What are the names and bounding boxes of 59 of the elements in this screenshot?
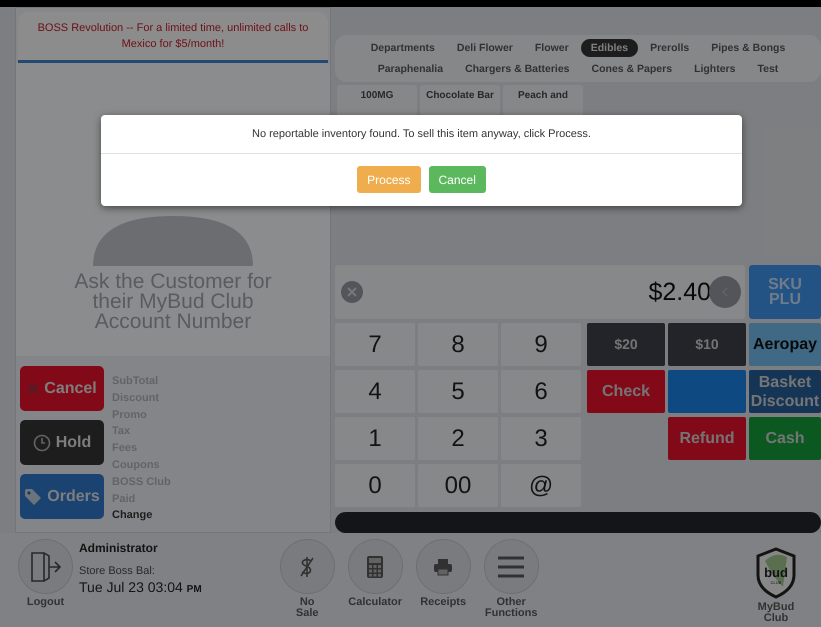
clock-icon xyxy=(32,434,51,452)
close-icon xyxy=(27,382,40,394)
printer-icon xyxy=(433,558,454,576)
cancel-button[interactable]: Cancel xyxy=(20,366,104,411)
total-label: Change xyxy=(112,508,154,524)
amount-text: $2.40 xyxy=(648,278,711,306)
keypad-key[interactable]: 9 xyxy=(501,323,581,366)
tool-label: Calculator xyxy=(348,597,402,608)
clear-icon[interactable] xyxy=(341,281,363,303)
tag-icon xyxy=(24,488,42,506)
payment-button[interactable]: Check xyxy=(587,370,665,413)
keypad-key[interactable]: 8 xyxy=(418,323,498,366)
category-tab[interactable]: Prerolls xyxy=(640,39,700,57)
keypad-key[interactable]: 00 xyxy=(418,464,498,507)
keypad-key[interactable]: 4 xyxy=(335,370,415,413)
backspace-button[interactable] xyxy=(709,276,741,308)
tool-label: No Sale xyxy=(296,597,318,619)
keypad-key[interactable]: 7 xyxy=(335,323,415,366)
promo-banner: BOSS Revolution -- For a limited time, unlimited calls to Mexico for $5/month! xyxy=(18,12,328,63)
keypad-key[interactable]: @ xyxy=(501,464,581,507)
payment-button[interactable]: $20 xyxy=(587,323,665,366)
payment-button[interactable]: Refund xyxy=(668,417,746,460)
brand-label: MyBud Club xyxy=(758,602,794,624)
keypad-key[interactable]: 5 xyxy=(418,370,498,413)
category-tab[interactable]: Chargers & Batteries xyxy=(455,60,580,78)
category-tab[interactable]: Flower xyxy=(524,39,579,57)
category-tab[interactable]: Edibles xyxy=(580,39,638,57)
sku-plu-button[interactable]: SKU PLU xyxy=(749,265,821,319)
balance-label: Store Boss Bal: xyxy=(79,565,156,577)
payment-button[interactable]: Aeropay xyxy=(749,323,821,366)
payment-button[interactable]: $10 xyxy=(668,323,746,366)
logout-icon xyxy=(28,550,62,582)
category-tab[interactable]: Deli Flower xyxy=(446,39,523,57)
menu-icon xyxy=(497,556,526,578)
date-time: Tue Jul 23 03:04 PM xyxy=(79,579,202,595)
category-tab[interactable]: Test xyxy=(747,60,788,78)
calculator-icon xyxy=(366,554,384,578)
category-tab[interactable]: Paraphenalia xyxy=(368,60,454,78)
payment-button[interactable]: Basket Discount xyxy=(749,370,821,413)
keypad-key[interactable]: 6 xyxy=(501,370,581,413)
category-tab[interactable]: Pipes & Bongs xyxy=(701,39,796,57)
dialog-message: No reportable inventory found. To sell this item anyway, click Process. xyxy=(101,115,742,154)
orders-button[interactable]: Orders xyxy=(20,474,104,519)
dialog-button[interactable]: Cancel xyxy=(428,166,486,193)
keypad-key[interactable]: 2 xyxy=(418,417,498,460)
logout-label: Logout xyxy=(26,597,64,608)
user-name: Administrator xyxy=(79,541,159,555)
avatar-icon xyxy=(93,216,253,266)
hold-button[interactable]: Hold xyxy=(20,420,104,465)
category-tab[interactable]: Lighters xyxy=(684,60,746,78)
category-tab[interactable]: Departments xyxy=(360,39,445,57)
keypad-key[interactable]: 1 xyxy=(335,417,415,460)
keypad-key[interactable]: 3 xyxy=(501,417,581,460)
category-tab[interactable]: Cones & Papers xyxy=(582,60,682,78)
tool-label: Other Functions xyxy=(484,597,538,619)
payment-button[interactable]: Cash xyxy=(749,417,821,460)
keypad-key[interactable]: 0 xyxy=(335,464,415,507)
dialog-button[interactable]: Process xyxy=(357,166,420,193)
tool-label: Receipts xyxy=(420,597,466,608)
